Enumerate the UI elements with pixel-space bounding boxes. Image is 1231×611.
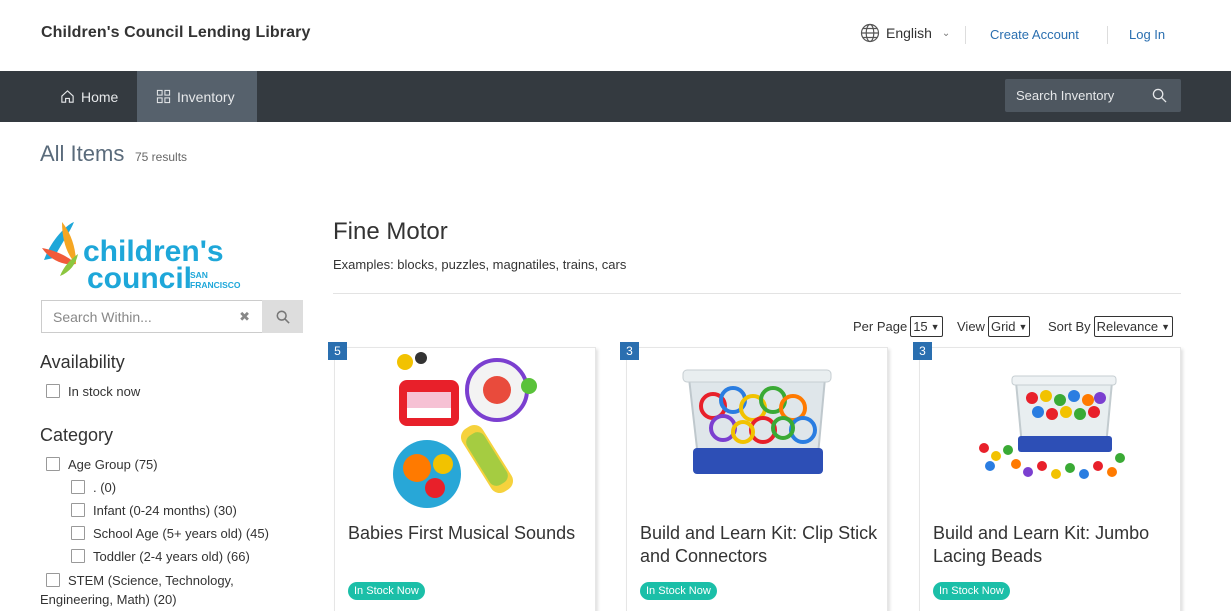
item-card[interactable]: Build and Learn Kit: Jumbo Lacing Beads … [919,347,1181,611]
filter-in-stock[interactable]: In stock now [46,384,140,399]
search-within-placeholder: Search Within... [53,308,152,325]
filter-label: STEM (Science, Technology, [68,573,234,588]
filter-label: Toddler (2-4 years old) (66) [93,549,250,564]
nav-home[interactable]: Home [41,71,137,122]
count-badge: 3 [620,342,639,360]
item-card[interactable]: Babies First Musical Sounds In Stock Now [334,347,596,611]
per-page-label: Per Page [853,319,908,334]
divider [965,26,966,44]
page-title: All Items [40,141,125,166]
nav-inventory-label: Inventory [177,88,235,105]
grid-icon [156,89,171,104]
inventory-search-input[interactable]: Search Inventory [1005,79,1181,112]
checkbox[interactable] [71,503,85,517]
filter-label: In stock now [68,384,141,399]
availability-heading: Availability [40,352,125,372]
chevron-down-icon: ▼ [1161,321,1170,332]
checkbox[interactable] [71,526,85,540]
view-select[interactable]: Grid ▼ [987,316,1031,337]
sort-label: Sort By [1048,319,1091,334]
create-account-link[interactable]: Create Account [990,27,1079,42]
filter-stem[interactable]: STEM (Science, Technology, [46,573,234,588]
item-image [682,369,832,474]
divider [1107,26,1108,44]
view-control: View Grid ▼ [957,316,1031,337]
nav-inventory[interactable]: Inventory [137,71,257,122]
language-label: English [886,25,932,41]
svg-text:SAN: SAN [190,270,208,280]
per-page-select[interactable]: 15 ▼ [910,316,943,337]
chevron-down-icon: ▼ [930,321,940,332]
search-within-input[interactable]: Search Within... ✖ [41,300,262,333]
login-link[interactable]: Log In [1129,27,1165,42]
divider [333,293,1181,294]
stock-badge: In Stock Now [348,582,425,600]
per-page-control: Per Page 15 ▼ [853,316,943,337]
svg-text:council: council [87,262,192,292]
stock-badge: In Stock Now [933,582,1010,600]
results-count: 75 results [135,150,188,164]
sort-control: Sort By Relevance ▼ [1048,316,1173,337]
count-badge: 3 [913,342,932,360]
count-badge: 5 [328,342,347,360]
checkbox[interactable] [46,573,60,587]
view-label: View [957,319,985,334]
nav-home-label: Home [81,88,119,105]
filter-age-empty[interactable]: . (0) [71,480,116,495]
home-icon [61,90,74,103]
sort-select[interactable]: Relevance ▼ [1093,316,1173,337]
item-image [393,352,537,508]
filter-label: Infant (0-24 months) (30) [93,503,237,518]
search-within-button[interactable] [262,300,303,333]
chevron-down-icon: ⌄ [941,27,951,39]
filter-school-age[interactable]: School Age (5+ years old) (45) [71,526,269,541]
childrens-council-logo: children's council SAN FRANCISCO [42,222,241,292]
checkbox[interactable] [71,549,85,563]
site-brand[interactable]: Children's Council Lending Library [41,24,310,42]
item-card[interactable]: Build and Learn Kit: Clip Stick and Conn… [626,347,888,611]
filter-toddler[interactable]: Toddler (2-4 years old) (66) [71,549,250,564]
filter-infant[interactable]: Infant (0-24 months) (30) [71,503,237,518]
filter-stem-continued: Engineering, Math) (20) [40,592,177,607]
filter-label: Engineering, Math) (20) [40,592,177,607]
item-title[interactable]: Babies First Musical Sounds [348,522,588,545]
search-icon [276,310,290,324]
search-within: Search Within... ✖ [41,300,303,333]
svg-text:FRANCISCO: FRANCISCO [190,280,241,290]
main-nav: Home Inventory Search Inventory [0,71,1231,122]
filter-label: Age Group (75) [68,457,158,472]
category-description: Examples: blocks, puzzles, magnatiles, t… [333,257,627,272]
top-header: Children's Council Lending Library Engli… [0,0,1231,71]
clear-icon[interactable]: ✖ [239,309,250,325]
filter-label: . (0) [93,480,117,495]
search-icon[interactable] [1152,88,1167,103]
filter-age-group[interactable]: Age Group (75) [46,457,158,472]
search-placeholder: Search Inventory [1016,88,1115,103]
item-image [979,375,1125,479]
checkbox[interactable] [46,457,60,471]
item-title[interactable]: Build and Learn Kit: Jumbo Lacing Beads [933,522,1173,568]
category-heading: Category [40,425,114,445]
stock-badge: In Stock Now [640,582,717,600]
category-title: Fine Motor [333,218,448,245]
language-selector[interactable]: English ⌄ [860,23,950,43]
filter-label: School Age (5+ years old) (45) [93,526,269,541]
item-title[interactable]: Build and Learn Kit: Clip Stick and Conn… [640,522,880,568]
chevron-down-icon: ▼ [1018,321,1028,332]
globe-icon [860,23,880,43]
checkbox[interactable] [71,480,85,494]
checkbox[interactable] [46,384,60,398]
